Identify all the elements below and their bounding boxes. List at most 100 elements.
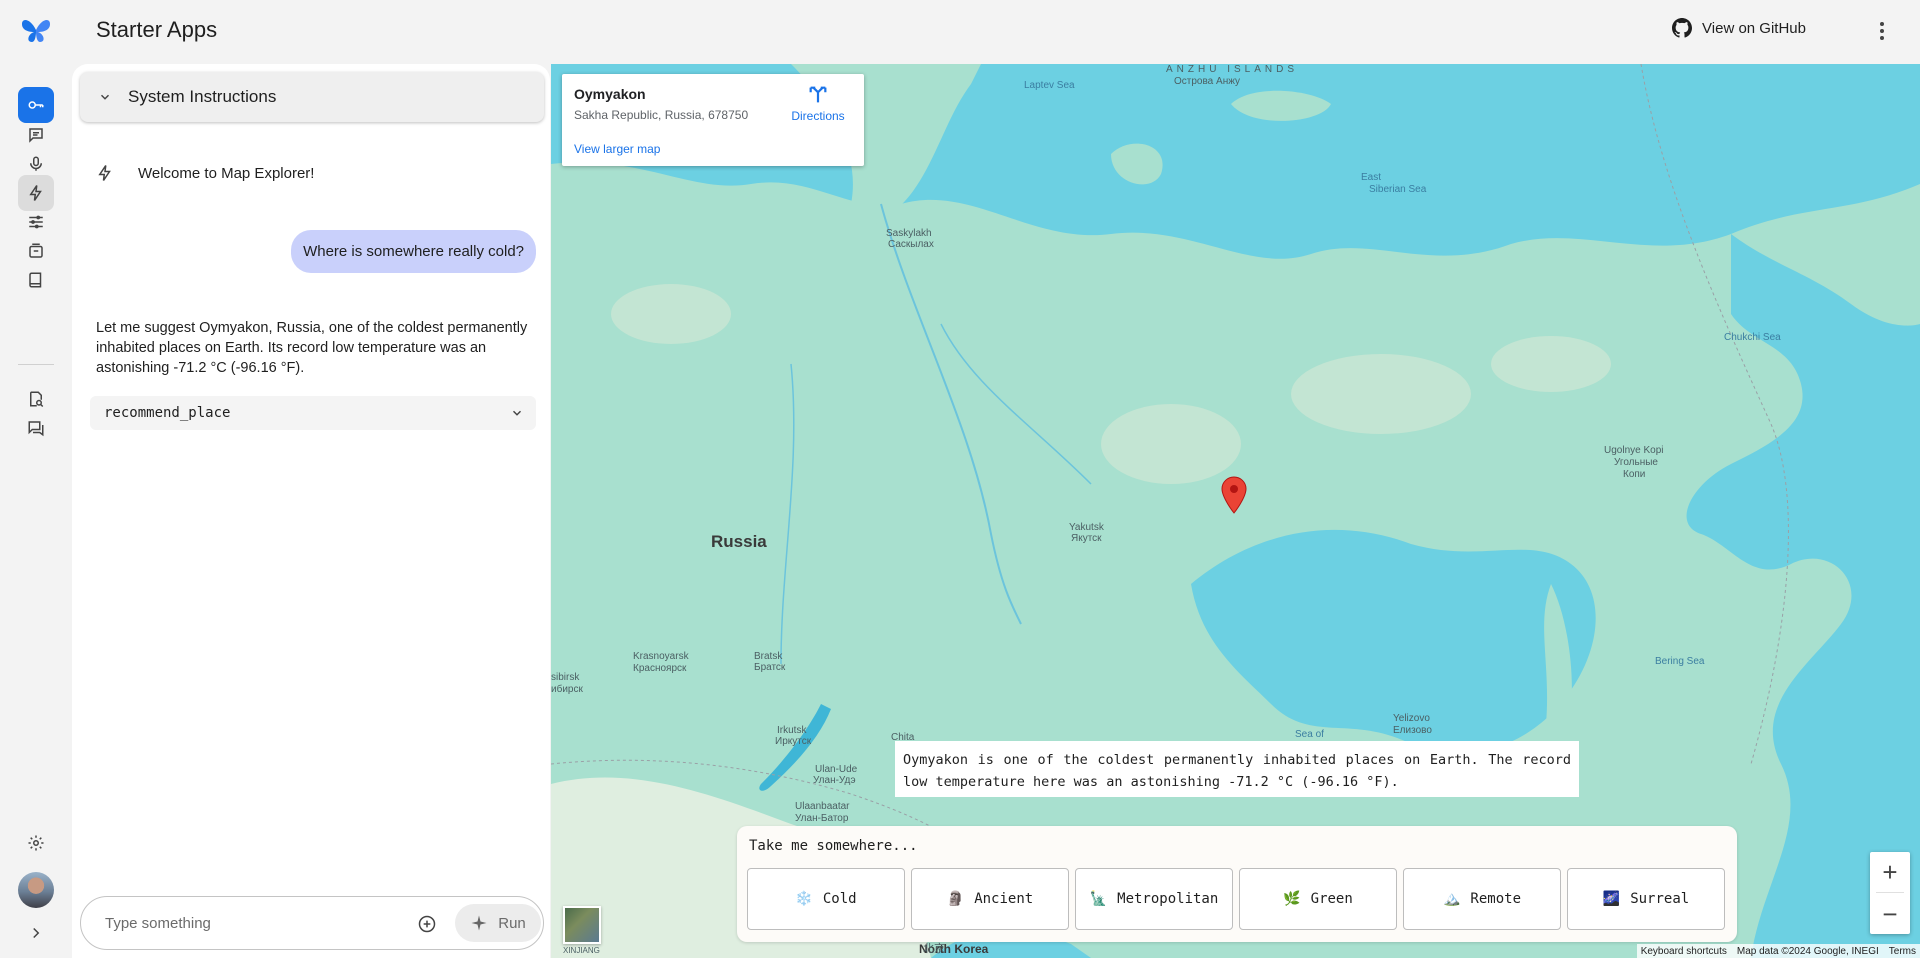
map-label: Иркутск — [775, 736, 812, 747]
view-on-github-button[interactable]: View on GitHub — [1672, 18, 1806, 38]
top-bar: Starter Apps View on GitHub — [0, 0, 1920, 64]
avatar[interactable] — [18, 872, 54, 908]
milky-way-icon: 🌌 — [1602, 891, 1621, 907]
map-label: Елизово — [1393, 725, 1432, 736]
destination-picker: Take me somewhere... ❄️ Cold 🗿 Ancient 🗽 Me… — [737, 826, 1737, 942]
sparkle-icon — [471, 915, 487, 931]
map-label: Siberian Sea — [1369, 184, 1427, 195]
keyboard-shortcuts-link[interactable]: Keyboard shortcuts — [1641, 946, 1727, 957]
chevron-right-icon — [33, 927, 40, 939]
bolt-icon — [29, 185, 42, 201]
system-instructions-label: System Instructions — [128, 87, 277, 106]
map-label: Bratsk — [754, 651, 783, 662]
mic-icon — [30, 156, 42, 171]
map-pin-icon[interactable] — [1221, 476, 1247, 514]
add-circle-icon[interactable] — [417, 914, 437, 934]
map-label: ANZHU ISLANDS — [1166, 64, 1299, 75]
settings-button[interactable] — [18, 825, 54, 861]
system-instructions-toggle[interactable]: System Instructions — [80, 72, 544, 122]
more-options-icon[interactable] — [1872, 18, 1892, 44]
chat-prompt-icon — [29, 128, 43, 143]
zoom-in-button[interactable]: + — [1870, 852, 1910, 892]
map-label: Ulaanbaatar — [795, 801, 850, 812]
github-icon — [1672, 18, 1693, 38]
place-name: Oymyakon — [574, 86, 646, 102]
run-label: Run — [498, 914, 526, 932]
map-label: Sea of — [1295, 729, 1324, 740]
terms-link[interactable]: Terms — [1889, 946, 1916, 957]
map-label: Yakutsk — [1069, 522, 1104, 533]
map-view[interactable]: ANZHU ISLANDS Острова Анжу Laptev Sea Ea… — [551, 64, 1920, 958]
run-button[interactable]: Run — [455, 904, 541, 942]
zoom-out-button[interactable]: − — [1870, 894, 1910, 934]
map-label: Якутск — [1071, 533, 1102, 544]
map-label: Улан-Батор — [795, 813, 849, 824]
welcome-message: Welcome to Map Explorer! — [96, 162, 314, 184]
message-composer: Run — [80, 896, 544, 950]
map-label: Laptev Sea — [1024, 80, 1075, 91]
snowflake-icon: ❄️ — [795, 891, 813, 907]
github-label: View on GitHub — [1702, 19, 1806, 37]
library-button[interactable] — [18, 262, 54, 298]
option-label: Green — [1310, 891, 1353, 907]
map-label: Chukchi Sea — [1724, 332, 1781, 343]
map-label: Saskylakh — [886, 228, 932, 239]
option-label: Remote — [1470, 891, 1521, 907]
welcome-text: Welcome to Map Explorer! — [138, 164, 315, 182]
statue-of-liberty-icon: 🗽 — [1089, 891, 1108, 907]
map-label: Улан-Удэ — [813, 775, 856, 786]
option-remote-button[interactable]: 🏔️ Remote — [1403, 868, 1561, 930]
mountain-icon: 🏔️ — [1442, 891, 1461, 907]
map-label: Ulan-Ude — [815, 764, 858, 775]
option-label: Metropolitan — [1117, 891, 1219, 907]
directions-icon — [809, 86, 827, 103]
map-attribution: Keyboard shortcuts Map data ©2024 Google… — [1636, 944, 1920, 958]
feedback-button[interactable] — [18, 410, 54, 446]
option-metropolitan-button[interactable]: 🗽 Metropolitan — [1075, 868, 1233, 930]
option-label: Cold — [822, 891, 857, 907]
feedback-icon — [28, 421, 44, 437]
moai-icon: 🗿 — [946, 891, 965, 907]
map-label: Yelizovo — [1393, 713, 1430, 724]
herb-icon: 🌿 — [1283, 891, 1301, 907]
tune-icon — [29, 215, 43, 229]
map-label: Угольные — [1614, 457, 1658, 468]
picker-prompt: Take me somewhere... — [749, 838, 918, 854]
place-info-card: Oymyakon Sakha Republic, Russia, 678750 … — [562, 74, 864, 166]
map-caption: Oymyakon is one of the coldest permanent… — [895, 741, 1579, 797]
option-label: Ancient — [974, 891, 1034, 907]
directions-button[interactable]: Directions — [788, 84, 848, 123]
chevron-down-icon — [100, 94, 110, 100]
option-cold-button[interactable]: ❄️ Cold — [747, 868, 905, 930]
function-call-name: recommend_place — [104, 405, 231, 421]
book-icon — [29, 272, 42, 288]
map-label: Krasnoyarsk — [633, 651, 689, 662]
expand-rail-button[interactable] — [18, 915, 54, 951]
satellite-toggle[interactable] — [563, 906, 601, 944]
zoom-controls: + − — [1870, 852, 1910, 934]
search-doc-icon — [30, 391, 44, 408]
zoom-divider — [1876, 892, 1904, 893]
option-green-button[interactable]: 🌿 Green — [1239, 868, 1397, 930]
directions-label: Directions — [791, 109, 845, 123]
key-icon — [28, 101, 44, 109]
rail-divider — [18, 364, 54, 365]
view-larger-map-link[interactable]: View larger map — [574, 142, 660, 156]
map-label: Копи — [1623, 469, 1646, 480]
option-surreal-button[interactable]: 🌌 Surreal — [1567, 868, 1725, 930]
butterfly-logo-icon[interactable] — [20, 16, 52, 44]
map-label: XINJIANG — [563, 946, 600, 955]
chevron-down-icon — [512, 410, 522, 416]
map-label: Bering Sea — [1655, 656, 1705, 667]
picker-options: ❄️ Cold 🗿 Ancient 🗽 Metropolitan 🌿 Green 🏔️ R… — [747, 868, 1725, 930]
option-ancient-button[interactable]: 🗿 Ancient — [911, 868, 1069, 930]
map-label: Острова Анжу — [1174, 76, 1241, 87]
message-input[interactable] — [105, 912, 385, 934]
left-rail — [0, 64, 72, 958]
map-label: Ugolnye Kopi — [1604, 445, 1664, 456]
map-label: 北京 — [923, 943, 945, 955]
user-message: Where is somewhere really cold? — [291, 230, 536, 273]
function-call-toggle[interactable]: recommend_place — [90, 396, 536, 430]
settings-icon — [28, 835, 44, 851]
map-label: East — [1361, 172, 1382, 183]
